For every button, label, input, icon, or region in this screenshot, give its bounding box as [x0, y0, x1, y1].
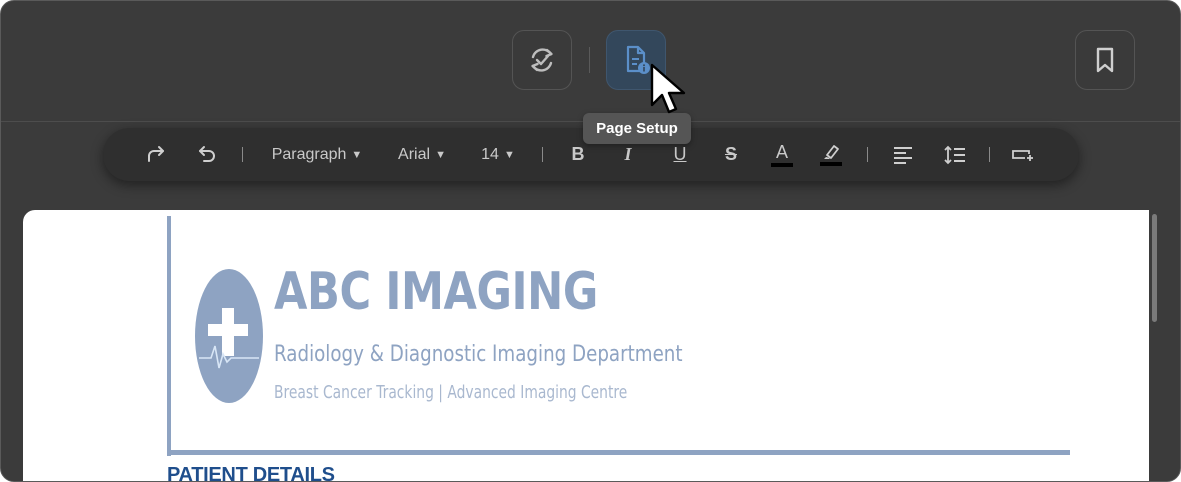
- bookmark-button[interactable]: [1075, 30, 1135, 90]
- section-heading: PATIENT DETAILS: [167, 464, 335, 482]
- underline-icon: U: [673, 144, 687, 164]
- font-family-select[interactable]: Arial ▼: [396, 128, 448, 181]
- font-family-value: Arial: [398, 145, 431, 163]
- document-info-icon: [626, 45, 650, 74]
- redo-icon: [148, 145, 164, 162]
- italic-icon: I: [624, 144, 632, 164]
- medical-cross-logo: [195, 269, 263, 403]
- company-title: ABC IMAGING: [274, 262, 598, 322]
- sync-check-icon: [531, 48, 553, 72]
- paragraph-style-value: Paragraph: [271, 145, 347, 163]
- text-color-button[interactable]: A: [770, 128, 794, 181]
- strikethrough-button[interactable]: S: [719, 128, 743, 181]
- document-page[interactable]: ABC IMAGING Radiology & Diagnostic Imagi…: [23, 210, 1149, 482]
- insert-field-button[interactable]: [1009, 128, 1037, 181]
- page-border-left: [167, 216, 171, 456]
- line-spacing-icon: [944, 145, 965, 164]
- redo-button[interactable]: [141, 128, 171, 181]
- paragraph-style-select[interactable]: Paragraph ▼: [269, 128, 365, 181]
- mouse-pointer-icon: [650, 63, 686, 114]
- toolbar-separator: [242, 147, 243, 162]
- editor-window: Paragraph ▼ Arial ▼ 14 ▼ B I U S A ABC I…: [0, 0, 1181, 482]
- chevron-down-icon: ▼: [503, 148, 515, 161]
- chevron-down-icon: ▼: [351, 148, 363, 161]
- highlighter-icon: [824, 145, 839, 159]
- bookmark-icon: [1096, 47, 1114, 73]
- toolbar-separator: [867, 147, 868, 162]
- sync-check-button[interactable]: [512, 30, 572, 90]
- undo-icon: [199, 145, 215, 162]
- top-bar: [1, 1, 1180, 122]
- text-color-swatch: [771, 162, 793, 167]
- text-color-icon: A: [775, 141, 788, 162]
- strikethrough-icon: S: [724, 144, 737, 164]
- highlight-button[interactable]: [819, 128, 843, 181]
- font-size-value: 14: [481, 145, 499, 163]
- highlight-color-swatch: [820, 162, 842, 166]
- align-left-icon: [894, 146, 912, 164]
- align-button[interactable]: [891, 128, 915, 181]
- toolbar-divider: [589, 47, 590, 73]
- chevron-down-icon: ▼: [435, 148, 446, 161]
- undo-button[interactable]: [192, 128, 222, 181]
- line-spacing-button[interactable]: [942, 128, 968, 181]
- header-divider: [167, 450, 1070, 455]
- bold-icon: B: [571, 144, 585, 164]
- insert-field-icon: [1012, 149, 1033, 161]
- toolbar-separator: [542, 147, 543, 162]
- font-size-select[interactable]: 14 ▼: [479, 128, 517, 181]
- department-subtitle: Radiology & Diagnostic Imaging Departmen…: [274, 342, 683, 367]
- tagline: Breast Cancer Tracking | Advanced Imagin…: [274, 382, 628, 403]
- document-scrollbar[interactable]: [1152, 214, 1157, 322]
- toolbar-separator: [989, 147, 990, 162]
